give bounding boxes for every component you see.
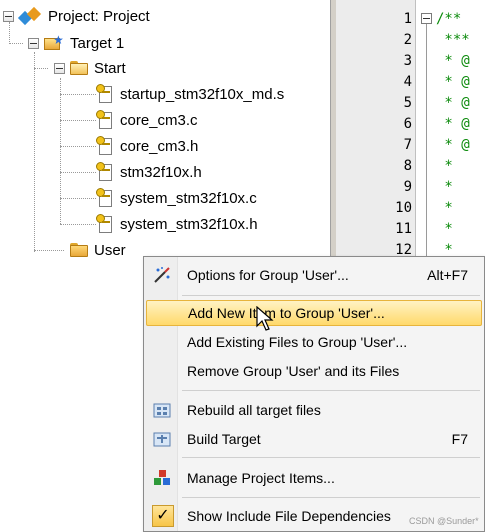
tree-item-label: system_stm32f10x.h — [120, 215, 258, 233]
menu-item-label: Build Target — [187, 431, 261, 447]
tree-item-label: stm32f10x.h — [120, 163, 202, 181]
group-context-menu: Options for Group 'User'... Alt+F7 Add N… — [143, 256, 485, 532]
tree-item-label: Start — [94, 59, 126, 77]
checkmark-icon: ✓ — [152, 505, 174, 527]
target-icon: ★ — [44, 33, 64, 51]
source-file-icon — [96, 110, 114, 130]
watermark-text: CSDN @Sunder* — [409, 516, 479, 526]
menu-item-add-new-item[interactable]: Add New Item to Group 'User'... — [146, 300, 482, 326]
code-line: * — [436, 179, 453, 195]
line-number: 3 — [403, 53, 412, 69]
line-number: 10 — [395, 200, 412, 216]
tree-item-project[interactable]: Project: Project — [17, 4, 150, 28]
code-line: * @ — [436, 116, 470, 132]
menu-item-label: Add New Item to Group 'User'... — [188, 305, 385, 321]
code-line: * @ — [436, 95, 470, 111]
header-file-icon — [96, 136, 114, 156]
line-number: 6 — [403, 116, 412, 132]
line-number: 8 — [403, 158, 412, 174]
menu-separator — [182, 390, 480, 391]
tree-line — [34, 52, 35, 252]
line-number: 1 — [403, 11, 412, 27]
tree-line — [60, 224, 96, 225]
code-line: * — [436, 200, 453, 216]
tree-line — [9, 22, 10, 44]
tree-line — [34, 250, 64, 251]
project-collapse-toggle[interactable] — [3, 11, 14, 22]
menu-separator — [182, 295, 480, 296]
tree-item-label: core_cm3.h — [120, 137, 199, 155]
code-line: /** — [436, 11, 462, 27]
tree-line — [9, 43, 23, 44]
tree-item-label: Target 1 — [70, 34, 125, 52]
mouse-pointer-icon — [256, 306, 274, 331]
menu-item-label: Manage Project Items... — [187, 470, 335, 486]
tree-item-file[interactable]: core_cm3.c — [96, 108, 198, 132]
tree-item-file[interactable]: stm32f10x.h — [96, 160, 202, 184]
keil-ide-window: Project: Project ★ Target 1 Start startu… — [0, 0, 485, 532]
code-line: * — [436, 158, 453, 174]
tree-item-group-user[interactable]: User — [70, 238, 126, 262]
tree-item-target[interactable]: ★ Target 1 — [44, 31, 124, 55]
line-number: 4 — [403, 74, 412, 90]
menu-item-label: Rebuild all target files — [187, 402, 321, 418]
tree-line — [60, 198, 96, 199]
line-number: 5 — [403, 95, 412, 111]
line-number: 9 — [403, 179, 412, 195]
header-file-icon — [96, 214, 114, 234]
tree-item-label: startup_stm32f10x_md.s — [120, 85, 285, 103]
menu-separator — [182, 457, 480, 458]
open-folder-icon — [70, 61, 88, 75]
header-file-icon — [96, 162, 114, 182]
tree-item-label: system_stm32f10x.c — [120, 189, 257, 207]
manage-items-icon — [154, 470, 170, 485]
target-collapse-toggle[interactable] — [28, 38, 39, 49]
tree-item-file[interactable]: startup_stm32f10x_md.s — [96, 82, 284, 106]
tree-item-label: Project: Project — [48, 7, 150, 25]
tree-item-group-start[interactable]: Start — [70, 56, 126, 80]
tree-line — [60, 172, 96, 173]
code-line: * @ — [436, 137, 470, 153]
menu-item-manage-project-items[interactable]: Manage Project Items... — [146, 465, 482, 491]
start-collapse-toggle[interactable] — [54, 63, 65, 74]
menu-item-options-for-group[interactable]: Options for Group 'User'... Alt+F7 — [146, 262, 482, 288]
menu-separator — [182, 497, 480, 498]
source-file-icon — [96, 188, 114, 208]
menu-item-shortcut: Alt+F7 — [427, 267, 468, 283]
menu-item-label: Options for Group 'User'... — [187, 267, 349, 283]
line-number: 11 — [395, 221, 412, 237]
line-number: 2 — [403, 32, 412, 48]
folder-icon — [70, 243, 88, 257]
tree-line — [60, 78, 61, 224]
menu-item-build-target[interactable]: Build Target F7 — [146, 426, 482, 452]
code-line: * @ — [436, 53, 470, 69]
menu-item-remove-group[interactable]: Remove Group 'User' and its Files — [146, 358, 482, 384]
tree-line — [60, 94, 96, 95]
tree-item-file[interactable]: core_cm3.h — [96, 134, 198, 158]
tree-item-file[interactable]: system_stm32f10x.c — [96, 186, 257, 210]
tree-item-label: core_cm3.c — [120, 111, 198, 129]
tree-line — [60, 146, 96, 147]
menu-item-label: Remove Group 'User' and its Files — [187, 363, 400, 379]
rebuild-icon — [153, 403, 171, 418]
menu-item-label: Add Existing Files to Group 'User'... — [187, 334, 408, 350]
code-line: * — [436, 221, 453, 237]
line-number: 7 — [403, 137, 412, 153]
project-icon — [17, 6, 42, 26]
code-line: *** — [436, 32, 470, 48]
tree-line — [60, 120, 96, 121]
tree-item-file[interactable]: system_stm32f10x.h — [96, 212, 258, 236]
tree-item-label: User — [94, 241, 126, 259]
menu-item-add-existing-files[interactable]: Add Existing Files to Group 'User'... — [146, 329, 482, 355]
tree-line — [34, 68, 48, 69]
fold-collapse-icon[interactable] — [421, 13, 432, 24]
build-icon — [153, 432, 171, 447]
menu-item-rebuild-all[interactable]: Rebuild all target files — [146, 397, 482, 423]
code-line: * @ — [436, 74, 470, 90]
menu-item-label: Show Include File Dependencies — [187, 508, 391, 524]
source-file-icon — [96, 84, 114, 104]
fold-guide — [426, 24, 427, 264]
options-wand-icon — [154, 267, 170, 283]
menu-item-shortcut: F7 — [451, 431, 468, 447]
